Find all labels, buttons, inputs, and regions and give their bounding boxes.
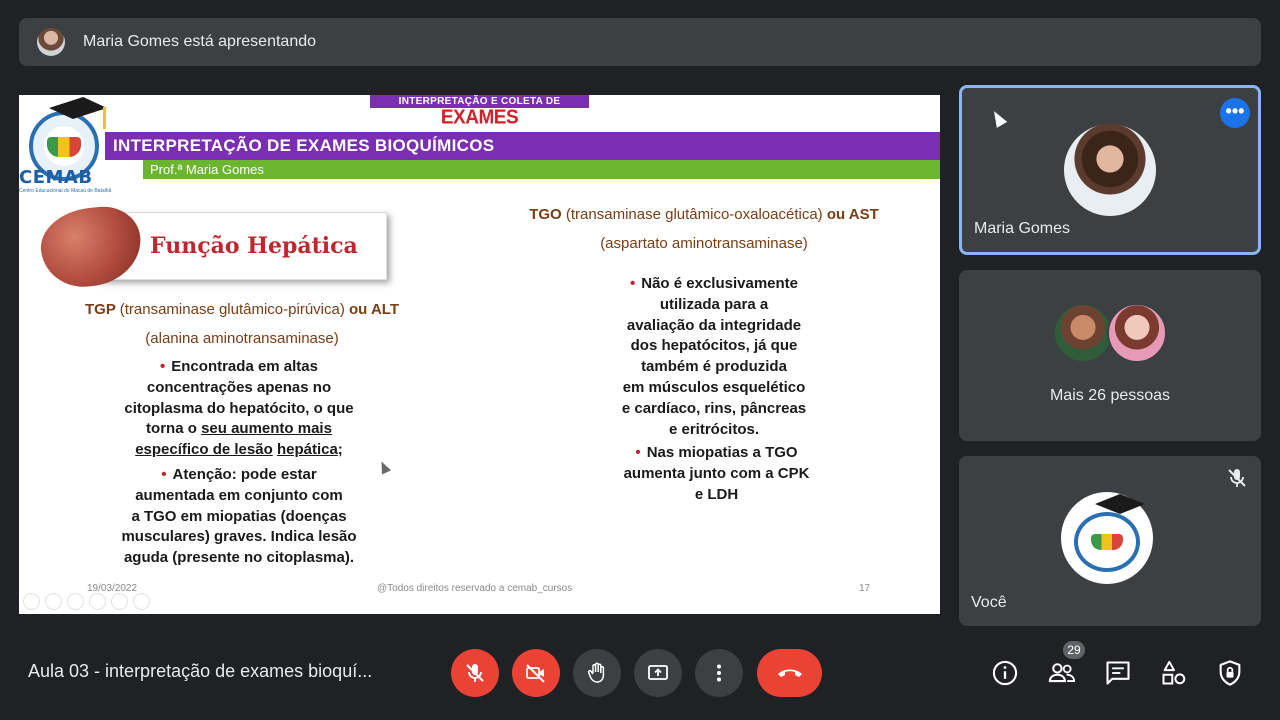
tgp-bullet-2: • Atenção: pode estar aumentada em conjun…: [121, 466, 357, 567]
more-options-icon[interactable]: [133, 593, 150, 610]
bullet-icon: •: [629, 275, 636, 292]
slide: CEMAB Centro Educacional do Macaú de Bat…: [19, 95, 940, 614]
host-controls-button[interactable]: [1213, 656, 1247, 690]
meet-window: Maria Gomes está apresentando CEMAB Cent…: [0, 0, 1280, 720]
prev-slide-icon[interactable]: [23, 593, 40, 610]
mic-toggle-button[interactable]: [451, 649, 499, 697]
pen-icon[interactable]: [67, 593, 84, 610]
tgo-bullet-2: • Nas miopatias a TGO aumenta junto com a…: [623, 444, 810, 503]
slide-copyright: @Todos direitos reservado a cemab_cursos: [377, 583, 573, 594]
mic-off-icon: [1228, 469, 1246, 487]
mic-off-icon: [466, 664, 484, 682]
people-icon: [1048, 663, 1076, 683]
raise-hand-button[interactable]: [573, 649, 621, 697]
tile-others[interactable]: Mais 26 pessoas: [959, 270, 1261, 441]
logo-tassel: [103, 107, 106, 129]
camera-off-icon: [526, 664, 545, 683]
tile-self[interactable]: Você: [959, 456, 1261, 626]
tgo-bullet-1: • Não é exclusivamente utilizada para a a…: [621, 275, 807, 438]
activities-icon: [1162, 660, 1186, 685]
slide-main-title: INTERPRETAÇÃO DE EXAMES BIOQUÍMICOS: [105, 132, 940, 160]
tgp-alt-name: (alanina aminotransaminase): [145, 330, 339, 347]
meeting-title: Aula 03 - interpretação de exames bioquí…: [28, 661, 373, 681]
presentation-stage[interactable]: CEMAB Centro Educacional do Macaú de Bat…: [19, 85, 940, 625]
course-badge: INTERPRETAÇÃO E COLETA DE EXAMES LABORAT…: [370, 95, 589, 152]
section-title-box: Função Hepática: [97, 212, 387, 280]
presenting-banner: Maria Gomes está apresentando: [19, 18, 1261, 66]
shield-lock-icon: [1219, 660, 1241, 686]
tgo-ast: ou AST: [826, 206, 879, 223]
zoom-icon[interactable]: [111, 593, 128, 610]
mouse-cursor-icon: [376, 459, 392, 475]
leave-call-button[interactable]: [757, 649, 822, 697]
hang-up-icon: [777, 669, 802, 677]
hand-icon: [587, 662, 605, 683]
presenter-video: [1064, 124, 1156, 216]
slides-grid-icon[interactable]: [89, 593, 106, 610]
tgp-bullet-1: • Encontrada em altas concentrações apena…: [124, 358, 354, 459]
tgp-alt: ou ALT: [349, 301, 399, 318]
chat-icon: [1106, 661, 1130, 685]
presenter-name: Maria Gomes: [974, 220, 1071, 237]
tgo-abbr: TGO: [529, 206, 562, 223]
mouse-pointer-icon: [988, 108, 1008, 128]
bullet-icon: •: [635, 444, 641, 461]
bullet-icon: •: [160, 358, 166, 375]
meeting-details-button[interactable]: [988, 656, 1022, 690]
info-icon: [992, 660, 1018, 686]
next-slide-icon[interactable]: [45, 593, 62, 610]
bullet-icon: •: [161, 466, 167, 483]
more-vert-icon: [717, 664, 721, 682]
participant-avatar: [1053, 303, 1113, 363]
logo-name: CEMAB: [19, 167, 93, 188]
presenter-avatar: [37, 28, 65, 56]
tile-more-button[interactable]: •••: [1220, 98, 1250, 128]
tgp-abbr: TGP: [85, 301, 116, 318]
activities-button[interactable]: [1157, 656, 1191, 690]
tile-presenter[interactable]: ••• Maria Gomes: [959, 85, 1261, 255]
participants-button[interactable]: [1045, 656, 1079, 690]
section-title: Função Hepática: [150, 233, 358, 259]
slide-number: 17: [859, 583, 871, 594]
camera-toggle-button[interactable]: [512, 649, 560, 697]
tgp-name: (transaminase glutâmico-pirúvica): [119, 301, 345, 318]
tgo-title: TGO (transaminase glutâmico-oxaloacética…: [474, 200, 934, 258]
graduation-cap-icon: [1095, 494, 1145, 514]
tgp-title: TGP (transaminase glutâmico-pirúvica) ou…: [47, 295, 437, 353]
present-screen-button[interactable]: [634, 649, 682, 697]
more-people-label: Mais 26 pessoas: [1049, 387, 1171, 404]
cemab-logo: CEMAB Centro Educacional do Macaú de Bat…: [19, 97, 115, 194]
tgo-name: (transaminase glutâmico-oxaloacética): [565, 206, 823, 223]
slide-nav-controls: [23, 593, 150, 610]
participants-count-badge: 29: [1063, 641, 1085, 659]
self-name: Você: [971, 594, 1007, 611]
self-avatar: [1061, 492, 1153, 584]
tgo-ast-name: (aspartato aminotransaminase): [600, 235, 808, 252]
chat-button[interactable]: [1101, 656, 1135, 690]
present-icon: [648, 665, 668, 680]
self-avatar-ring: [1074, 512, 1140, 572]
more-options-button[interactable]: [695, 649, 743, 697]
presenting-text: Maria Gomes está apresentando: [83, 33, 317, 50]
logo-subtitle: Centro Educacional do Macaú de Batalhã: [19, 188, 112, 194]
slide-professor: Prof.ª Maria Gomes: [143, 160, 940, 179]
participant-avatar: [1107, 303, 1167, 363]
